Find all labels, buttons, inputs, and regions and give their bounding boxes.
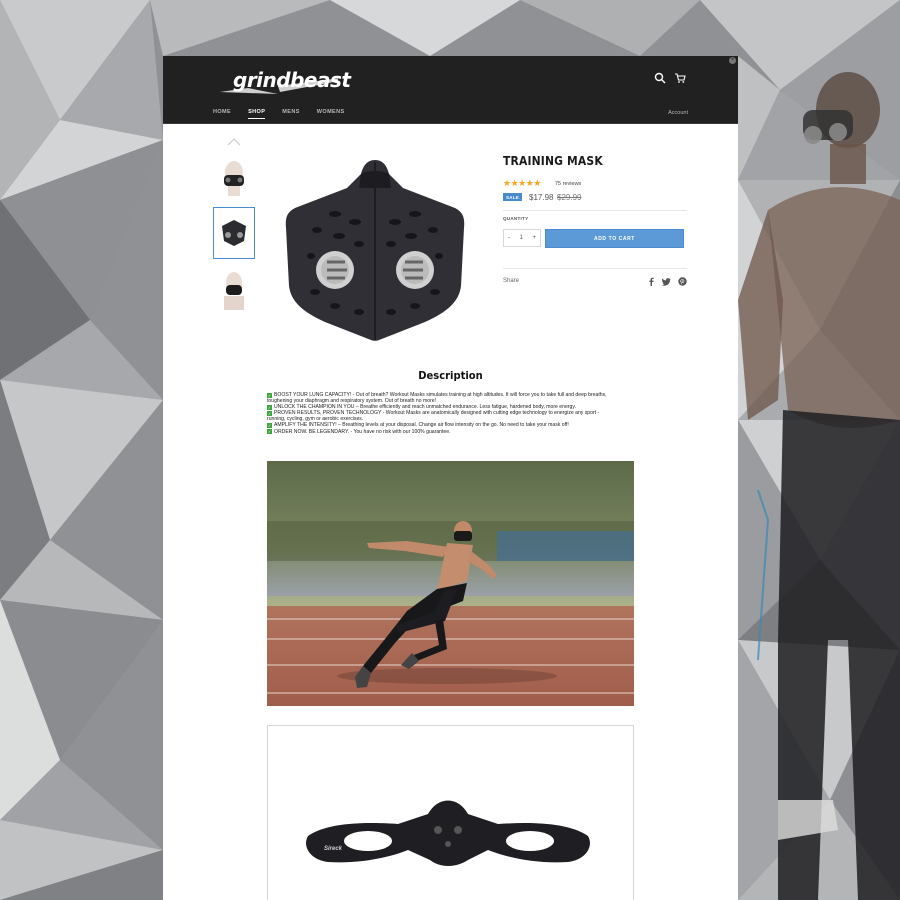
mask-brand-label: Sireck: [324, 846, 343, 852]
description-line: ✓ ORDER NOW. BE LEGENDARY. - You have no …: [267, 428, 451, 435]
checkmark-icon: ✓: [267, 392, 272, 398]
sale-badge: SALE: [503, 193, 523, 201]
close-icon[interactable]: ×: [729, 57, 736, 64]
product-page: grindbeast × HOME SHOP MENS WOMENS Accou…: [163, 56, 738, 900]
twitter-icon[interactable]: [662, 277, 671, 286]
athlete-background-image: [738, 72, 900, 900]
nav-home[interactable]: HOME: [213, 109, 231, 119]
quantity-label: QUANTITY: [503, 216, 529, 221]
reviews-link[interactable]: 75 reviews: [555, 181, 581, 187]
description-text: ✓ BOOST YOUR LUNG CAPACITY! - Out of brea…: [267, 392, 637, 435]
description-heading: Description: [418, 370, 483, 382]
mask-side-image: [306, 800, 590, 866]
divider: [503, 268, 687, 269]
facebook-icon[interactable]: [647, 277, 656, 286]
quantity-value[interactable]: 1: [520, 235, 523, 241]
mask-side-image-panel: Sireck: [267, 725, 634, 900]
product-price: $17.98: [529, 193, 554, 202]
thumbnail-person-mask-image: [224, 272, 244, 310]
thumbnail-2-selected[interactable]: [213, 207, 255, 259]
pinterest-icon[interactable]: [678, 277, 687, 286]
quantity-stepper[interactable]: - 1 +: [503, 229, 541, 247]
decrement-button[interactable]: -: [508, 235, 510, 241]
thumbnail-mask-image: [222, 220, 246, 246]
checkmark-icon: ✓: [267, 410, 272, 416]
compare-price: $29.99: [557, 193, 582, 202]
search-icon[interactable]: [654, 72, 666, 84]
divider: [503, 210, 687, 211]
chevron-up-icon[interactable]: [227, 138, 241, 146]
thumbnail-3[interactable]: [213, 264, 255, 316]
main-nav: HOME SHOP MENS WOMENS: [213, 109, 362, 119]
nav-shop[interactable]: SHOP: [248, 109, 266, 119]
nav-womens[interactable]: WOMENS: [317, 109, 345, 119]
nav-mens[interactable]: MENS: [282, 109, 300, 119]
product-main-image: [285, 160, 465, 341]
checkmark-icon: ✓: [267, 422, 272, 428]
add-to-cart-button[interactable]: ADD TO CART: [545, 229, 684, 248]
checkmark-icon: ✓: [267, 404, 272, 410]
thumbnail-head-mask-image: [224, 161, 244, 196]
product-title: TRAINING MASK: [503, 153, 603, 168]
runner-photo: [267, 461, 634, 706]
account-link[interactable]: Account: [668, 110, 688, 116]
rating-stars-icon[interactable]: ★★★★★: [503, 178, 541, 189]
cart-icon[interactable]: [674, 72, 686, 84]
checkmark-icon: ✓: [267, 429, 272, 435]
site-header: grindbeast × HOME SHOP MENS WOMENS Accou…: [163, 56, 738, 124]
store-logo[interactable]: grindbeast: [233, 68, 351, 92]
increment-button[interactable]: +: [532, 235, 536, 241]
thumbnail-1[interactable]: [213, 152, 255, 204]
share-label: Share: [503, 278, 520, 284]
